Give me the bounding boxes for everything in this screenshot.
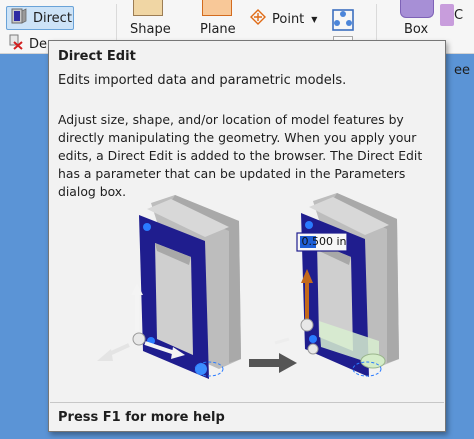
plane-button[interactable]: Plane xyxy=(200,22,236,37)
delete-face-button[interactable]: De xyxy=(8,34,47,54)
plane-label: Plane xyxy=(200,22,236,37)
direct-edit-icon xyxy=(10,7,28,29)
tooltip-illustration: 0.500 in xyxy=(89,191,409,386)
ee-label: ee xyxy=(454,63,470,78)
chevron-down-icon[interactable]: ▼ xyxy=(311,15,317,24)
shape-button[interactable]: Shape xyxy=(130,22,171,37)
point-button[interactable]: Point ▼ xyxy=(250,9,317,29)
c-label: C xyxy=(454,8,464,23)
direct-edit-button[interactable]: Direct xyxy=(6,6,74,30)
plane-icon[interactable] xyxy=(202,0,232,16)
direct-edit-illustration xyxy=(97,193,399,379)
shape-label: Shape xyxy=(130,22,171,37)
direct-edit-label: Direct xyxy=(33,10,72,26)
model-before xyxy=(97,195,241,379)
ucs-icon[interactable] xyxy=(331,8,355,32)
arrow-head xyxy=(279,353,297,373)
model-after xyxy=(274,193,399,377)
delete-face-label: De xyxy=(29,36,48,52)
help-hint: Press F1 for more help xyxy=(58,410,225,425)
point-label: Point xyxy=(272,11,305,27)
primitive-icon[interactable] xyxy=(440,4,454,26)
tooltip: Direct Edit Edits imported data and para… xyxy=(48,40,446,432)
c-button[interactable]: C xyxy=(454,8,463,23)
tooltip-title: Direct Edit xyxy=(58,49,136,64)
shape-icon[interactable] xyxy=(133,0,163,16)
box-label: Box xyxy=(404,22,429,37)
point-icon xyxy=(250,9,266,29)
box-icon[interactable] xyxy=(400,0,434,18)
tooltip-description: Adjust size, shape, and/or location of m… xyxy=(58,112,423,199)
tooltip-divider xyxy=(50,402,444,403)
tooltip-summary: Edits imported data and parametric model… xyxy=(58,73,347,88)
box-button[interactable]: Box xyxy=(404,22,428,37)
dimension-value[interactable]: 0.500 in xyxy=(300,234,348,250)
delete-face-icon xyxy=(8,34,24,54)
